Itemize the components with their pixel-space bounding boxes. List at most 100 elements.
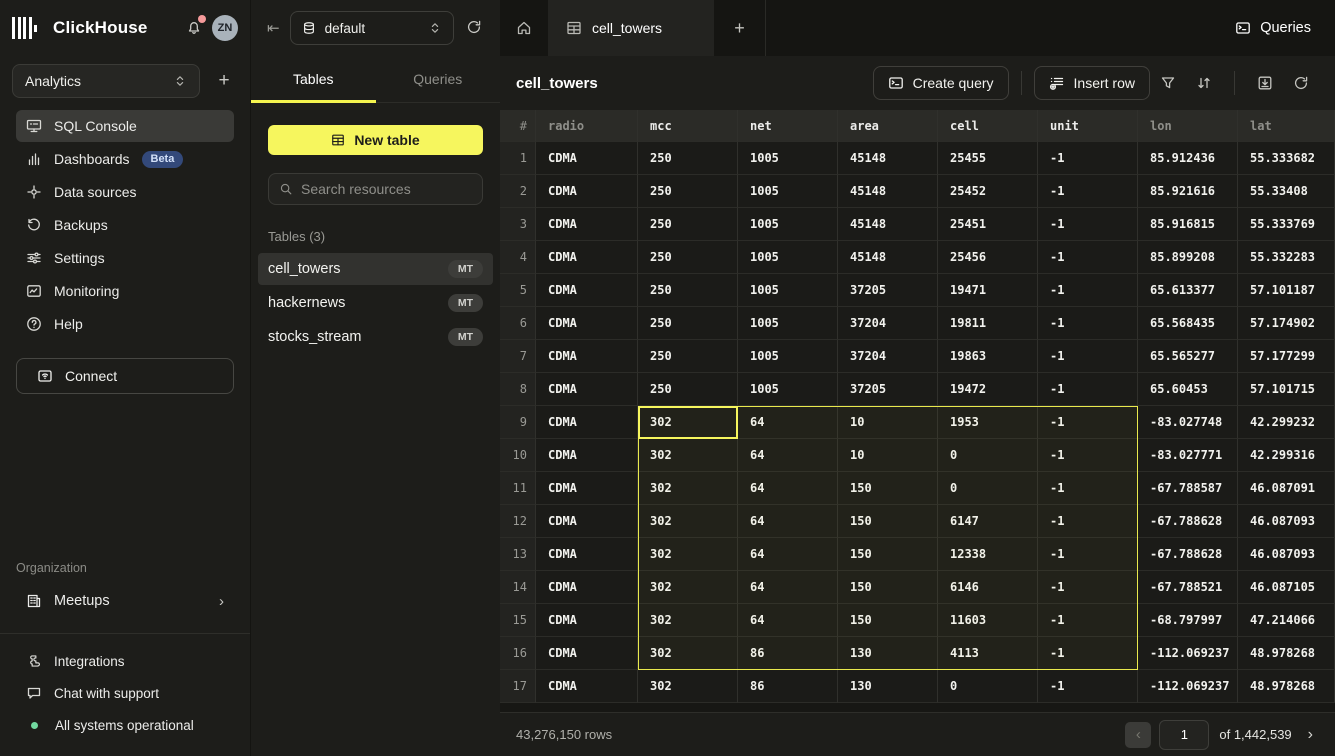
grid-cell[interactable]: 42.299316 — [1238, 439, 1335, 472]
grid-cell[interactable]: 86 — [738, 670, 838, 703]
grid-cell[interactable]: 64 — [738, 505, 838, 538]
grid-cell[interactable]: CDMA — [536, 604, 638, 637]
new-table-button[interactable]: New table — [268, 125, 483, 155]
grid-cell[interactable]: CDMA — [536, 340, 638, 373]
grid-cell[interactable]: 1005 — [738, 142, 838, 175]
grid-cell[interactable]: 46.087105 — [1238, 571, 1335, 604]
row-number[interactable]: 1 — [500, 142, 536, 175]
grid-cell[interactable]: 150 — [838, 505, 938, 538]
grid-cell[interactable]: 6147 — [938, 505, 1038, 538]
grid-cell[interactable]: 45148 — [838, 175, 938, 208]
grid-cell[interactable]: 130 — [838, 670, 938, 703]
grid-cell[interactable]: 57.177299 — [1238, 340, 1335, 373]
search-input[interactable] — [301, 181, 472, 197]
grid-cell[interactable]: 130 — [838, 637, 938, 670]
grid-cell[interactable]: 1005 — [738, 175, 838, 208]
grid-cell[interactable]: CDMA — [536, 472, 638, 505]
notifications-button[interactable] — [184, 17, 204, 40]
grid-cell[interactable]: 55.33408 — [1238, 175, 1335, 208]
grid-cell[interactable]: 57.101187 — [1238, 274, 1335, 307]
grid-cell[interactable]: CDMA — [536, 142, 638, 175]
grid-cell[interactable]: 4113 — [938, 637, 1038, 670]
grid-cell[interactable]: 47.214066 — [1238, 604, 1335, 637]
grid-cell[interactable]: 48.978268 — [1238, 637, 1335, 670]
grid-cell[interactable]: 150 — [838, 538, 938, 571]
grid-cell[interactable]: CDMA — [536, 538, 638, 571]
grid-cell[interactable]: 19863 — [938, 340, 1038, 373]
row-number[interactable]: 9 — [500, 406, 536, 439]
grid-cell[interactable]: 0 — [938, 670, 1038, 703]
filter-button[interactable] — [1153, 68, 1183, 98]
home-button[interactable] — [500, 0, 548, 56]
sidebar-item-integrations[interactable]: Integrations — [16, 646, 234, 676]
table-list-item-stocks-stream[interactable]: stocks_stream MT — [258, 321, 493, 353]
grid-cell[interactable]: 37205 — [838, 373, 938, 406]
next-page-button[interactable]: › — [1302, 724, 1319, 746]
column-header-area[interactable]: area — [838, 110, 938, 142]
grid-cell[interactable]: 45148 — [838, 208, 938, 241]
sidebar-item-monitoring[interactable]: Monitoring — [16, 275, 234, 307]
grid-cell[interactable]: 65.565277 — [1138, 340, 1238, 373]
grid-cell[interactable]: -1 — [1038, 274, 1138, 307]
grid-cell[interactable]: CDMA — [536, 406, 638, 439]
row-number[interactable]: 6 — [500, 307, 536, 340]
prev-page-button[interactable]: ‹ — [1125, 722, 1151, 748]
tab-queries[interactable]: Queries — [376, 56, 501, 102]
grid-cell[interactable]: 10 — [838, 439, 938, 472]
grid-cell[interactable]: CDMA — [536, 274, 638, 307]
sidebar-item-dashboards[interactable]: Dashboards Beta — [16, 143, 234, 175]
grid-cell[interactable]: 250 — [638, 373, 738, 406]
grid-cell[interactable]: -1 — [1038, 571, 1138, 604]
grid-cell[interactable]: 64 — [738, 571, 838, 604]
row-number[interactable]: 12 — [500, 505, 536, 538]
grid-cell[interactable]: 37204 — [838, 340, 938, 373]
row-number[interactable]: 7 — [500, 340, 536, 373]
grid-cell[interactable]: -1 — [1038, 142, 1138, 175]
grid-cell[interactable]: 1005 — [738, 208, 838, 241]
grid-cell[interactable]: 302 — [638, 472, 738, 505]
row-number[interactable]: 4 — [500, 241, 536, 274]
insert-row-button[interactable]: Insert row — [1034, 66, 1150, 100]
row-number[interactable]: 15 — [500, 604, 536, 637]
grid-cell[interactable]: 302 — [638, 637, 738, 670]
grid-cell[interactable]: CDMA — [536, 439, 638, 472]
grid-cell[interactable]: 64 — [738, 472, 838, 505]
grid-cell[interactable]: 46.087091 — [1238, 472, 1335, 505]
grid-cell[interactable]: -1 — [1038, 175, 1138, 208]
new-tab-button[interactable]: + — [724, 14, 755, 43]
grid-cell[interactable]: 57.101715 — [1238, 373, 1335, 406]
grid-cell[interactable]: 1005 — [738, 274, 838, 307]
row-number[interactable]: 11 — [500, 472, 536, 505]
grid-cell[interactable]: 65.568435 — [1138, 307, 1238, 340]
grid-cell[interactable]: 25452 — [938, 175, 1038, 208]
row-number[interactable]: 2 — [500, 175, 536, 208]
row-number[interactable]: 17 — [500, 670, 536, 703]
grid-cell[interactable]: CDMA — [536, 307, 638, 340]
grid-cell[interactable]: 55.333769 — [1238, 208, 1335, 241]
grid-cell[interactable]: -83.027771 — [1138, 439, 1238, 472]
grid-cell[interactable]: 45148 — [838, 142, 938, 175]
grid-cell[interactable]: 1953 — [938, 406, 1038, 439]
grid-cell[interactable]: 48.978268 — [1238, 670, 1335, 703]
queries-button[interactable]: Queries — [1221, 10, 1325, 46]
grid-cell[interactable]: 150 — [838, 571, 938, 604]
table-list-item-hackernews[interactable]: hackernews MT — [258, 287, 493, 319]
collapse-panel-button[interactable]: ⇤ — [267, 19, 280, 37]
grid-cell[interactable]: 302 — [638, 571, 738, 604]
grid-cell[interactable]: 302 — [638, 406, 738, 439]
add-workspace-button[interactable]: + — [210, 67, 238, 95]
grid-cell[interactable]: 1005 — [738, 340, 838, 373]
grid-cell[interactable]: 150 — [838, 604, 938, 637]
grid-cell[interactable]: 302 — [638, 439, 738, 472]
grid-cell[interactable]: 42.299232 — [1238, 406, 1335, 439]
column-header-unit[interactable]: unit — [1038, 110, 1138, 142]
grid-cell[interactable]: 46.087093 — [1238, 538, 1335, 571]
grid-cell[interactable]: CDMA — [536, 571, 638, 604]
grid-cell[interactable]: 0 — [938, 439, 1038, 472]
grid-cell[interactable]: CDMA — [536, 241, 638, 274]
grid-cell[interactable]: 1005 — [738, 241, 838, 274]
sidebar-item-chat-support[interactable]: Chat with support — [16, 678, 234, 708]
grid-cell[interactable]: -1 — [1038, 637, 1138, 670]
grid-cell[interactable]: 250 — [638, 175, 738, 208]
grid-cell[interactable]: 64 — [738, 538, 838, 571]
